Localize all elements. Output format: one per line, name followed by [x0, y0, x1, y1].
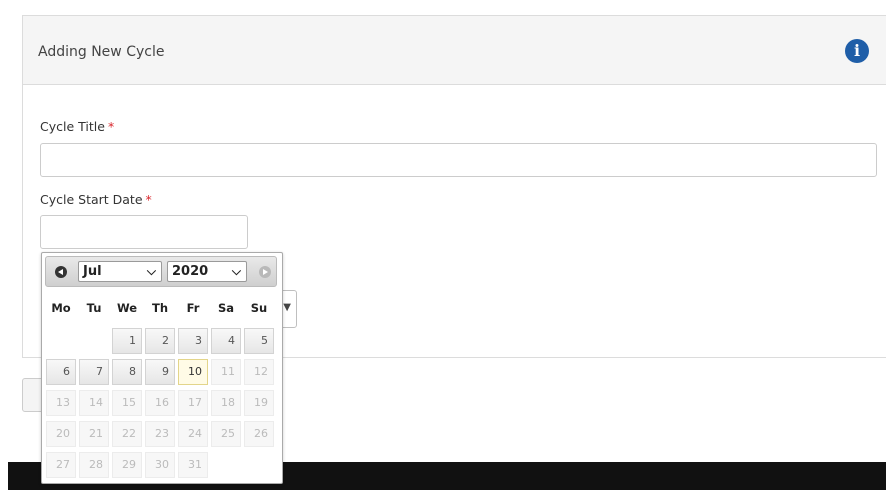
- chevron-down-icon: ▼: [283, 302, 291, 313]
- calendar-day: 20: [46, 421, 76, 447]
- calendar-day: 13: [46, 390, 76, 416]
- calendar-day: 24: [178, 421, 208, 447]
- page-title: Adding New Cycle: [38, 44, 165, 60]
- calendar-day[interactable]: 9: [145, 359, 175, 385]
- calendar-day: 14: [79, 390, 109, 416]
- calendar-day[interactable]: 8: [112, 359, 142, 385]
- chevron-right-circle-icon: [259, 266, 271, 278]
- calendar-day[interactable]: 1: [112, 328, 142, 354]
- calendar-day: 25: [211, 421, 241, 447]
- calendar-day[interactable]: 10: [178, 359, 208, 385]
- weekday-header: Th: [151, 301, 169, 315]
- month-select[interactable]: Jul ⌵: [78, 261, 162, 282]
- chevron-down-icon: ⌵: [231, 264, 241, 278]
- year-select-value: 2020: [172, 264, 209, 279]
- calendar-day: 30: [145, 452, 175, 478]
- chevron-left-circle-icon[interactable]: [55, 266, 67, 278]
- info-icon[interactable]: i: [845, 39, 869, 63]
- year-select[interactable]: 2020 ⌵: [167, 261, 247, 282]
- calendar-day: 26: [244, 421, 274, 447]
- cycle-start-date-label: Cycle Start Date *: [40, 192, 152, 207]
- cycle-title-input[interactable]: [40, 143, 877, 177]
- calendar-day[interactable]: 7: [79, 359, 109, 385]
- calendar-day: 18: [211, 390, 241, 416]
- required-marker: *: [145, 192, 152, 207]
- chevron-down-icon: ⌵: [146, 264, 156, 278]
- datepicker-header: Jul ⌵ 2020 ⌵: [45, 256, 277, 287]
- panel-header: Adding New Cycle i: [23, 16, 886, 85]
- calendar-day[interactable]: 4: [211, 328, 241, 354]
- weekday-header: Tu: [86, 301, 102, 315]
- calendar-day[interactable]: 6: [46, 359, 76, 385]
- weekday-header: We: [116, 301, 138, 315]
- calendar-day[interactable]: 5: [244, 328, 274, 354]
- calendar-day[interactable]: 2: [145, 328, 175, 354]
- weekday-header: Fr: [186, 301, 200, 315]
- calendar-day: 16: [145, 390, 175, 416]
- calendar-day: 29: [112, 452, 142, 478]
- month-select-value: Jul: [83, 264, 102, 279]
- calendar-day: 21: [79, 421, 109, 447]
- calendar-day: 17: [178, 390, 208, 416]
- weekday-header: Sa: [217, 301, 235, 315]
- cycle-title-label: Cycle Title *: [40, 119, 114, 134]
- datepicker: Jul ⌵ 2020 ⌵ Mo Tu We Th Fr Sa Su 1 2 3 4 5 6 7 8 9 10 11 12…: [41, 252, 283, 484]
- weekday-header: Mo: [51, 301, 71, 315]
- calendar-day: 15: [112, 390, 142, 416]
- required-marker: *: [107, 119, 115, 134]
- cycle-title-label-text: Cycle Title: [40, 119, 105, 134]
- calendar-day: 22: [112, 421, 142, 447]
- calendar-day: 23: [145, 421, 175, 447]
- calendar-day: 19: [244, 390, 274, 416]
- calendar-day[interactable]: 3: [178, 328, 208, 354]
- cycle-start-date-label-text: Cycle Start Date: [40, 192, 143, 207]
- calendar-day: 11: [211, 359, 241, 385]
- calendar-day: 27: [46, 452, 76, 478]
- weekday-header: Su: [250, 301, 268, 315]
- calendar-day: 12: [244, 359, 274, 385]
- cycle-start-date-input[interactable]: [40, 215, 248, 249]
- calendar-day: 28: [79, 452, 109, 478]
- calendar-day: 31: [178, 452, 208, 478]
